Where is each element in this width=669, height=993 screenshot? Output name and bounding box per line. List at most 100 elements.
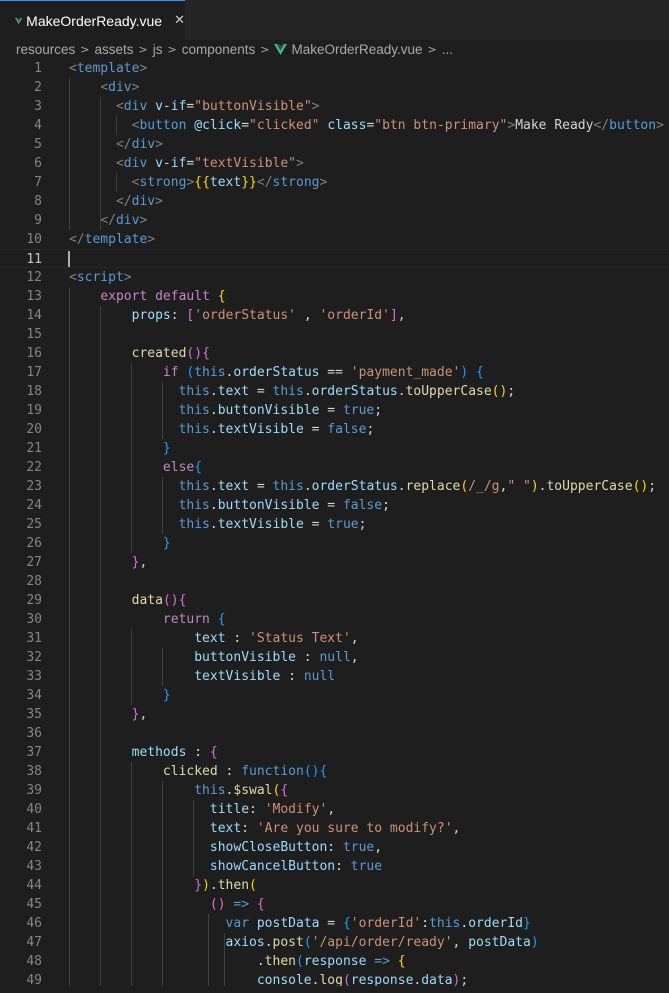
code-text[interactable]: text : 'Status Text', [69,629,358,648]
breadcrumb-item-assets[interactable]: assets [95,42,134,57]
code-text[interactable]: textVisible : null [69,667,335,686]
code-text[interactable]: this.$swal({ [69,781,288,800]
code-line[interactable]: 35 }, [0,705,669,724]
tab-makeorderready[interactable]: MakeOrderReady.vue ✕ [0,0,185,40]
code-line[interactable]: 14 props: ['orderStatus' , 'orderId'], [0,306,669,325]
code-line[interactable]: 27 }, [0,553,669,572]
code-text[interactable]: this.text = this.orderStatus.toUpperCase… [69,382,516,401]
code-text[interactable]: } [69,534,171,553]
breadcrumb-item-symbols[interactable]: ... [442,42,453,57]
code-line[interactable]: 18 this.text = this.orderStatus.toUpperC… [0,382,669,401]
code-text[interactable]: </template> [69,230,155,249]
code-line[interactable]: 9 </div> [0,211,669,230]
code-line[interactable]: 33 textVisible : null [0,667,669,686]
code-text[interactable]: this.buttonVisible = true; [69,401,383,420]
code-text[interactable]: axios.post('/api/order/ready', postData) [69,933,539,952]
breadcrumb-item-components[interactable]: components [182,42,256,57]
code-line[interactable]: 24 this.buttonVisible = false; [0,496,669,515]
code-line[interactable]: 36 [0,724,669,743]
code-text[interactable]: text: 'Are you sure to modify?', [69,819,460,838]
code-line[interactable]: 48 .then(response => { [0,952,669,971]
code-line[interactable]: 31 text : 'Status Text', [0,629,669,648]
code-text[interactable]: this.textVisible = true; [69,515,367,534]
code-text[interactable]: var postData = {'orderId':this.orderId} [69,914,531,933]
code-text[interactable]: clicked : function(){ [69,762,327,781]
code-text[interactable]: this.buttonVisible = false; [69,496,390,515]
code-line[interactable]: 40 title: 'Modify', [0,800,669,819]
code-text[interactable]: } [69,439,171,458]
breadcrumb-item-js[interactable]: js [153,42,163,57]
code-text[interactable]: </div> [69,211,147,230]
code-text[interactable]: </div> [69,135,163,154]
close-icon[interactable]: ✕ [174,13,185,28]
code-text[interactable]: }, [69,705,148,724]
code-text[interactable]: }).then( [69,876,257,895]
code-line[interactable]: 42 showCloseButton: true, [0,838,669,857]
code-text[interactable]: <div> [69,78,139,97]
code-line[interactable]: 44 }).then( [0,876,669,895]
code-line[interactable]: 20 this.textVisible = false; [0,420,669,439]
code-line[interactable]: 3 <div v-if="buttonVisible"> [0,97,669,116]
code-line[interactable]: 10 </template> [0,230,669,249]
code-line[interactable]: 2 <div> [0,78,669,97]
code-text[interactable]: }, [69,553,148,572]
code-line[interactable]: 46 var postData = {'orderId':this.orderI… [0,914,669,933]
code-line[interactable]: 45 () => { [0,895,669,914]
code-line[interactable]: 16 created(){ [0,344,669,363]
code-line[interactable]: 41 text: 'Are you sure to modify?', [0,819,669,838]
code-text[interactable]: showCancelButton: true [69,857,382,876]
code-line[interactable]: 39 this.$swal({ [0,781,669,800]
code-line[interactable]: 34 } [0,686,669,705]
breadcrumb-item-resources[interactable]: resources [16,42,75,57]
code-text[interactable]: <button @click="clicked" class="btn btn-… [69,116,664,135]
code-line[interactable]: 5 </div> [0,135,669,154]
code-line[interactable]: 32 buttonVisible : null, [0,648,669,667]
code-line[interactable]: 29 data(){ [0,591,669,610]
code-text[interactable]: buttonVisible : null, [69,648,358,667]
code-line[interactable]: 23 this.text = this.orderStatus.replace(… [0,477,669,496]
code-text[interactable]: else{ [69,458,202,477]
code-line[interactable]: 30 return { [0,610,669,629]
code-text[interactable]: } [69,686,171,705]
code-text[interactable]: </div> [69,192,163,211]
code-line[interactable]: 21 } [0,439,669,458]
code-text[interactable]: data(){ [69,591,187,610]
code-text[interactable]: props: ['orderStatus' , 'orderId'], [69,306,406,325]
horizontal-scrollbar[interactable] [0,986,669,993]
code-text[interactable]: this.text = this.orderStatus.replace(/_/… [69,477,656,496]
code-line[interactable]: 6 <div v-if="textVisible"> [0,154,669,173]
code-line[interactable]: 25 this.textVisible = true; [0,515,669,534]
code-line[interactable]: 28 [0,572,669,591]
code-line[interactable]: 47 axios.post('/api/order/ready', postDa… [0,933,669,952]
code-text[interactable]: this.textVisible = false; [69,420,375,439]
code-line[interactable]: 7 <strong>{{text}}</strong> [0,173,669,192]
code-line[interactable]: 15 [0,325,669,344]
code-text[interactable]: if (this.orderStatus == 'payment_made') … [69,363,484,382]
code-text[interactable]: () => { [69,895,265,914]
code-text[interactable]: <div v-if="textVisible"> [69,154,304,173]
code-text[interactable]: .then(response => { [69,952,406,971]
code-line[interactable]: 38 clicked : function(){ [0,762,669,781]
code-text[interactable]: created(){ [69,344,210,363]
code-line[interactable]: 22 else{ [0,458,669,477]
code-text[interactable]: showCloseButton: true, [69,838,382,857]
code-text[interactable]: return { [69,610,226,629]
code-text[interactable]: title: 'Modify', [69,800,335,819]
code-editor[interactable]: 1 <template> 2 <div> 3 <div v-if="buttonVis… [0,59,669,993]
code-text[interactable]: <strong>{{text}}</strong> [69,173,328,192]
breadcrumb-item-file[interactable]: MakeOrderReady.vue [291,42,422,57]
code-line[interactable]: 37 methods : { [0,743,669,762]
code-line[interactable]: 13 export default { [0,287,669,306]
code-line[interactable]: 11 [0,249,669,268]
code-line[interactable]: 26 } [0,534,669,553]
code-text[interactable]: <script> [69,268,132,287]
code-text[interactable]: <div v-if="buttonVisible"> [69,97,320,116]
code-line[interactable]: 19 this.buttonVisible = true; [0,401,669,420]
code-text[interactable]: methods : { [69,743,218,762]
code-line[interactable]: 12 <script> [0,268,669,287]
code-line[interactable]: 17 if (this.orderStatus == 'payment_made… [0,363,669,382]
code-line[interactable]: 1 <template> [0,59,669,78]
code-line[interactable]: 43 showCancelButton: true [0,857,669,876]
code-line[interactable]: 4 <button @click="clicked" class="btn bt… [0,116,669,135]
code-line[interactable]: 8 </div> [0,192,669,211]
